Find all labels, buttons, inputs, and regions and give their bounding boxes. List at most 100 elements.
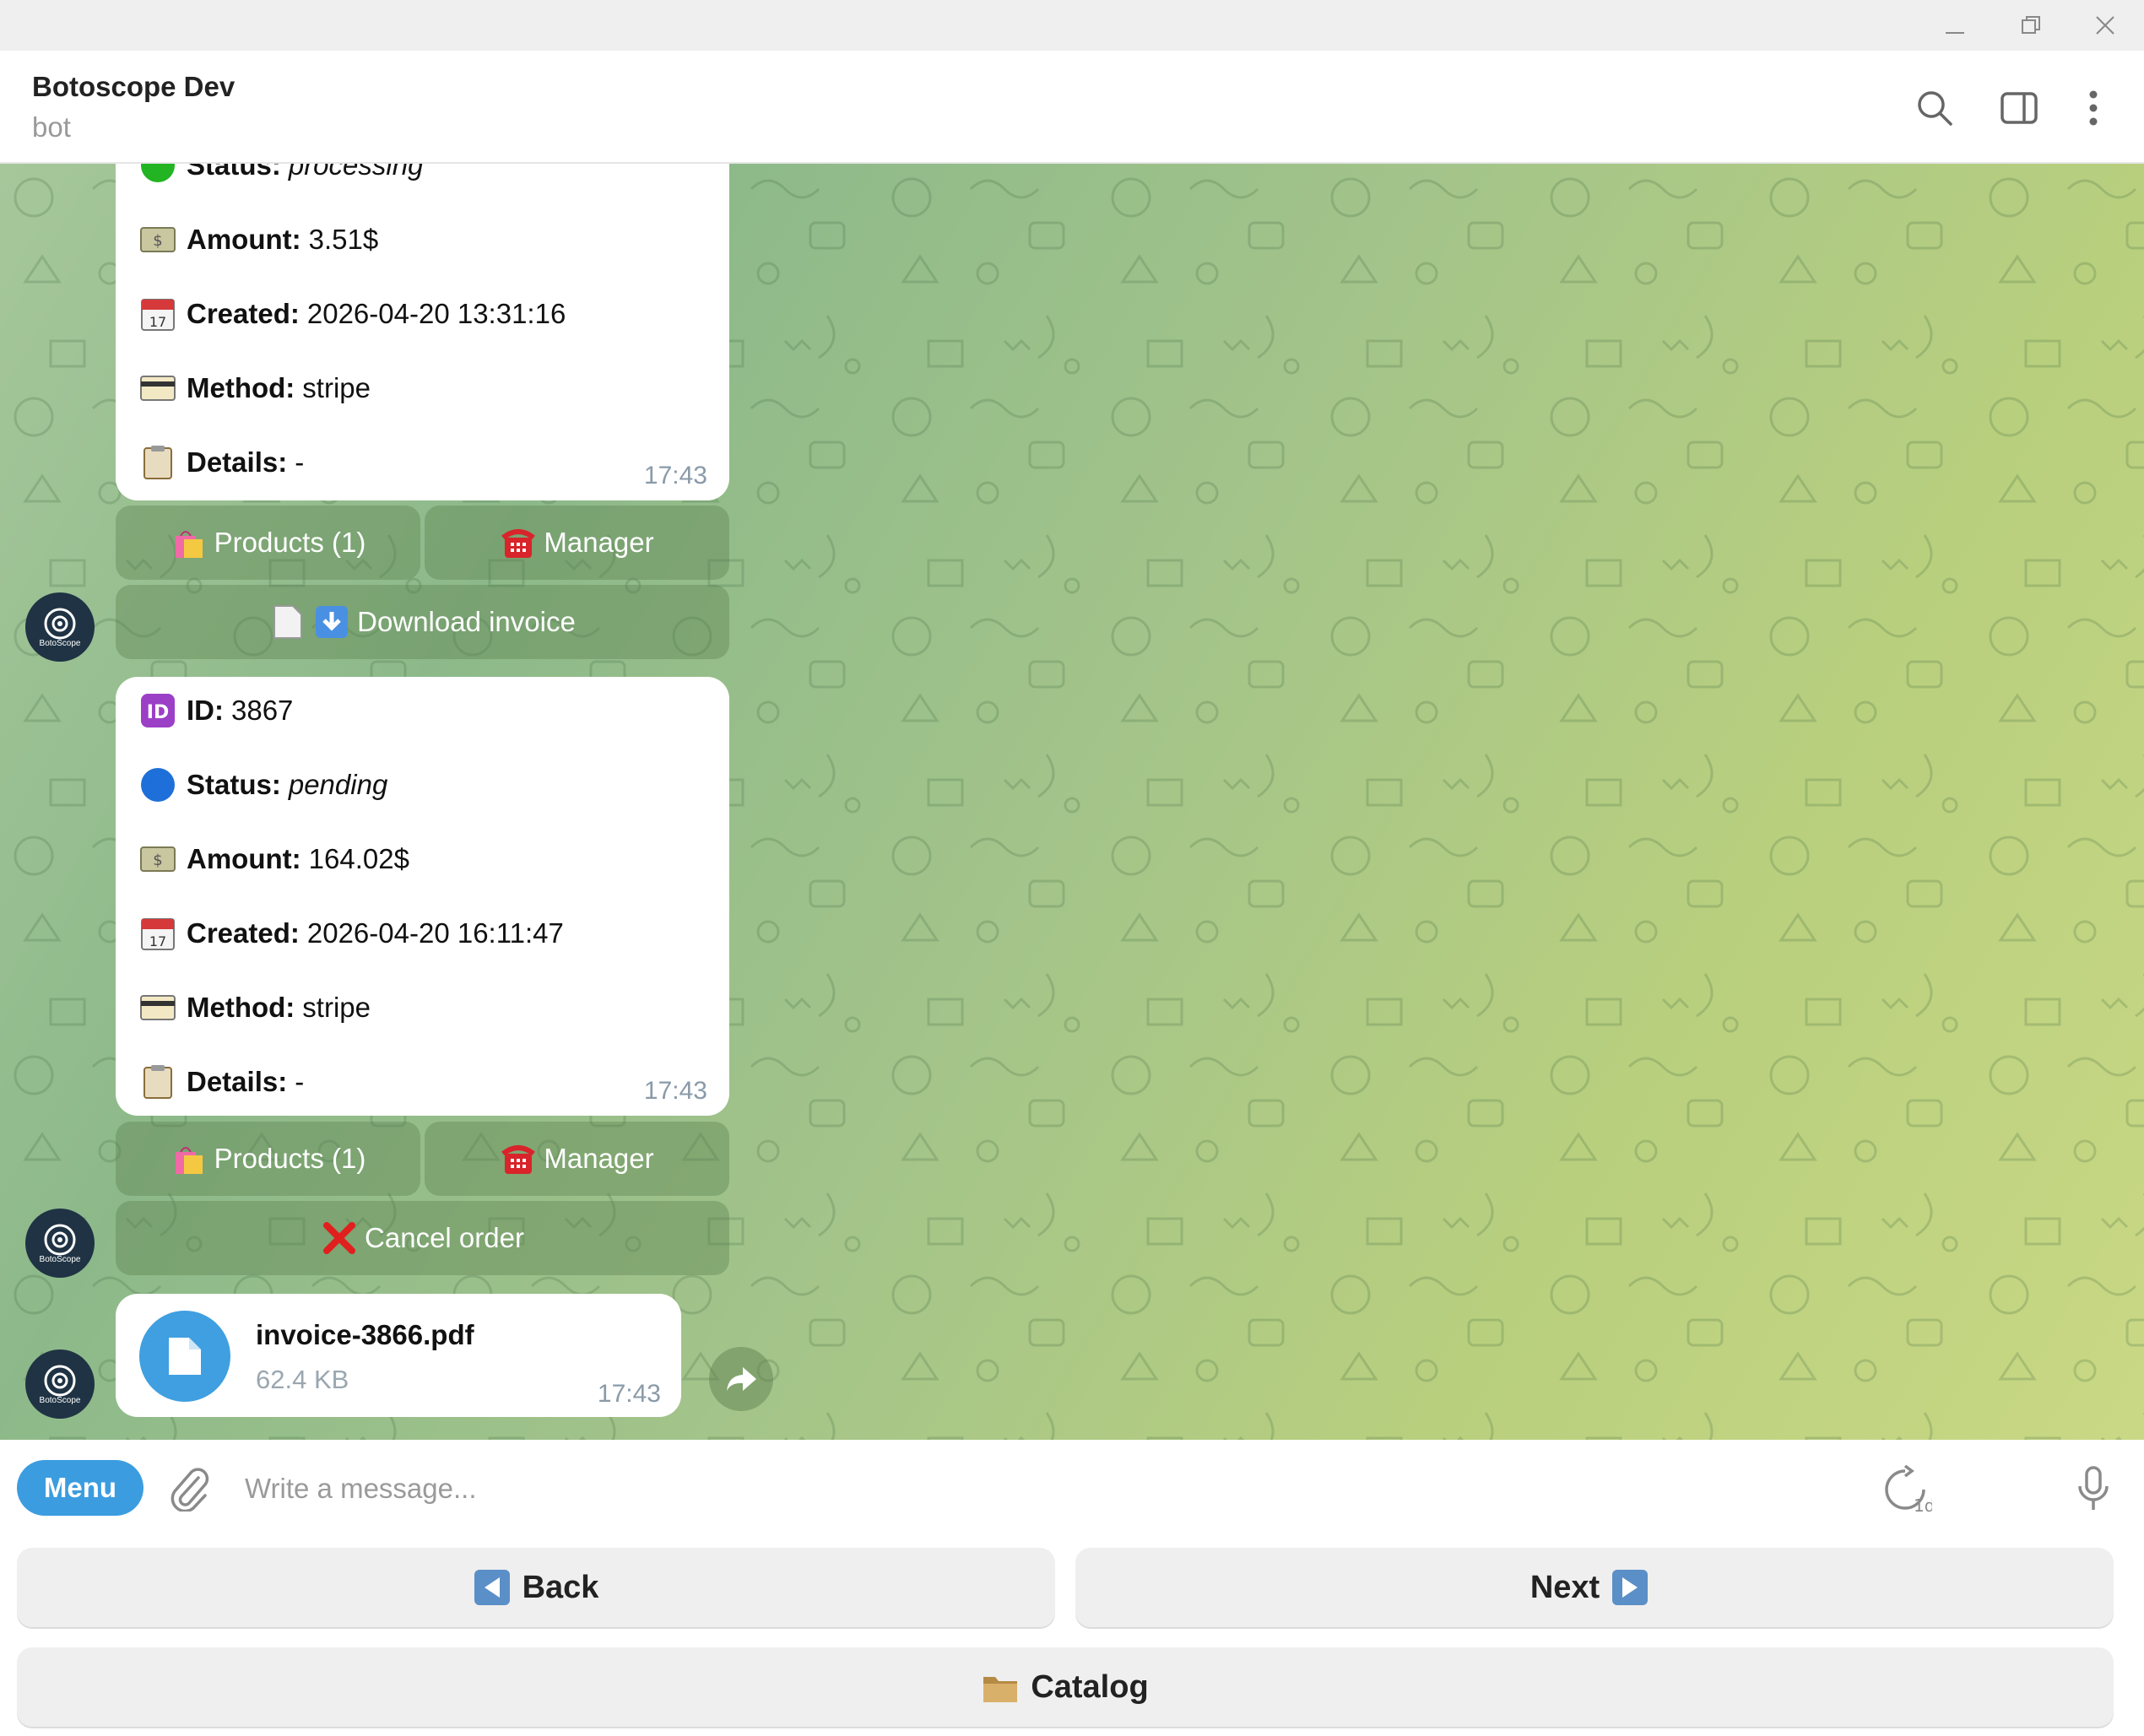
- products-button-label: Products (1): [214, 1143, 366, 1174]
- method-line: Method: stripe: [139, 971, 706, 1045]
- clipboard-icon: [139, 1063, 176, 1101]
- created-line: 17 Created: 2026-04-20 16:11:47: [139, 896, 706, 971]
- manager-button[interactable]: Manager: [425, 1122, 729, 1196]
- cancel-order-label: Cancel order: [365, 1222, 524, 1253]
- menu-button[interactable]: Menu: [17, 1460, 143, 1516]
- catalog-button[interactable]: Catalog: [17, 1647, 2114, 1727]
- created-label: Created:: [187, 917, 300, 949]
- file-message-bubble[interactable]: invoice-3866.pdf 62.4 KB 17:43: [116, 1294, 681, 1417]
- green-circle-icon: [139, 164, 176, 184]
- amount-value: 3.51$: [308, 224, 379, 255]
- file-icon[interactable]: [139, 1311, 230, 1402]
- botoscope-logo-icon: [44, 608, 76, 639]
- chat-subtitle: bot: [32, 111, 71, 143]
- manager-button[interactable]: Manager: [425, 506, 729, 580]
- status-line: Status: processing: [139, 164, 706, 203]
- method-value: stripe: [302, 372, 371, 403]
- avatar-text: BotoScope: [39, 638, 81, 648]
- sidebar-toggle-icon[interactable]: [1994, 83, 2044, 133]
- id-label: ID:: [187, 695, 224, 726]
- back-arrow-icon: [474, 1569, 511, 1606]
- microphone-icon[interactable]: [2066, 1460, 2120, 1519]
- order-message-bubble: Status: processing $ Amount: 3.51$ 17 Cr…: [116, 164, 729, 500]
- bot-avatar[interactable]: BotoScope: [25, 1349, 95, 1419]
- catalog-label: Catalog: [1031, 1668, 1149, 1705]
- method-label: Method:: [187, 372, 295, 403]
- shopping-bags-icon: [171, 1140, 208, 1177]
- message-input[interactable]: [245, 1463, 1849, 1514]
- forward-icon[interactable]: [709, 1347, 773, 1411]
- avatar-text: BotoScope: [39, 1395, 81, 1405]
- botoscope-logo-icon: [44, 1365, 76, 1396]
- amount-value: 164.02$: [308, 843, 409, 874]
- download-invoice-label: Download invoice: [357, 606, 576, 637]
- chat-title[interactable]: Botoscope Dev: [32, 71, 235, 103]
- svg-text:ID: ID: [147, 702, 169, 723]
- method-line: Method: stripe: [139, 351, 706, 425]
- chat-area[interactable]: Status: processing $ Amount: 3.51$ 17 Cr…: [0, 164, 2144, 1440]
- amount-label: Amount:: [187, 224, 301, 255]
- bot-avatar[interactable]: BotoScope: [25, 1209, 95, 1278]
- telephone-icon: [500, 524, 537, 561]
- more-vertical-icon[interactable]: [2068, 83, 2119, 133]
- folder-icon: [982, 1668, 1019, 1706]
- svg-text:17: 17: [149, 314, 166, 330]
- restore-icon[interactable]: [2004, 7, 2058, 44]
- paperclip-icon[interactable]: [162, 1462, 216, 1516]
- svg-text:1d: 1d: [1914, 1495, 1932, 1516]
- id-line: ID ID: 3867: [139, 673, 706, 748]
- next-arrow-icon: [1611, 1569, 1649, 1606]
- calendar-icon: 17: [139, 915, 176, 952]
- back-label: Back: [522, 1569, 599, 1605]
- down-arrow-icon: [313, 603, 350, 641]
- message-time: 17:43: [643, 462, 707, 489]
- products-button-label: Products (1): [214, 527, 366, 558]
- money-icon: $: [139, 841, 176, 878]
- status-value: processing: [288, 164, 424, 181]
- details-label: Details:: [187, 1066, 288, 1097]
- order-message-bubble: ID ID: 3867 Status: pending $ Amount: 16…: [116, 677, 729, 1116]
- created-line: 17 Created: 2026-04-20 13:31:16: [139, 277, 706, 351]
- bot-avatar[interactable]: BotoScope: [25, 592, 95, 662]
- amount-line: $ Amount: 164.02$: [139, 822, 706, 896]
- auto-delete-timer-icon[interactable]: 1d: [1876, 1460, 1935, 1519]
- method-value: stripe: [302, 992, 371, 1023]
- id-value: 3867: [231, 695, 294, 726]
- credit-card-icon: [139, 989, 176, 1026]
- products-button[interactable]: Products (1): [116, 1122, 420, 1196]
- minimize-icon[interactable]: [1928, 7, 1982, 44]
- created-label: Created:: [187, 298, 300, 329]
- next-button[interactable]: Next: [1075, 1548, 2114, 1627]
- download-invoice-button[interactable]: Download invoice: [116, 585, 729, 659]
- file-size: 62.4 KB: [256, 1365, 349, 1394]
- calendar-icon: 17: [139, 295, 176, 333]
- window-titlebar: [0, 0, 2144, 51]
- file-name[interactable]: invoice-3866.pdf: [256, 1319, 474, 1351]
- money-icon: $: [139, 221, 176, 258]
- method-label: Method:: [187, 992, 295, 1023]
- credit-card-icon: [139, 370, 176, 407]
- next-label: Next: [1529, 1569, 1600, 1605]
- search-icon[interactable]: [1909, 83, 1960, 133]
- details-value: -: [295, 446, 305, 478]
- message-time: 17:43: [643, 1077, 707, 1105]
- avatar-text: BotoScope: [39, 1254, 81, 1264]
- status-value: pending: [288, 769, 388, 800]
- svg-text:$: $: [153, 852, 162, 869]
- red-cross-icon: [321, 1220, 358, 1257]
- status-line: Status: pending: [139, 748, 706, 822]
- shopping-bags-icon: [171, 524, 208, 561]
- manager-button-label: Manager: [544, 527, 654, 558]
- cancel-order-button[interactable]: Cancel order: [116, 1201, 729, 1275]
- status-label: Status:: [187, 164, 281, 181]
- amount-line: $ Amount: 3.51$: [139, 203, 706, 277]
- back-button[interactable]: Back: [17, 1548, 1055, 1627]
- close-icon[interactable]: [2078, 7, 2132, 44]
- clipboard-icon: [139, 444, 176, 481]
- products-button[interactable]: Products (1): [116, 506, 420, 580]
- details-line: Details: -: [139, 425, 706, 500]
- details-line: Details: -: [139, 1045, 706, 1119]
- svg-text:17: 17: [149, 933, 166, 949]
- id-icon: ID: [139, 692, 176, 729]
- details-value: -: [295, 1066, 305, 1097]
